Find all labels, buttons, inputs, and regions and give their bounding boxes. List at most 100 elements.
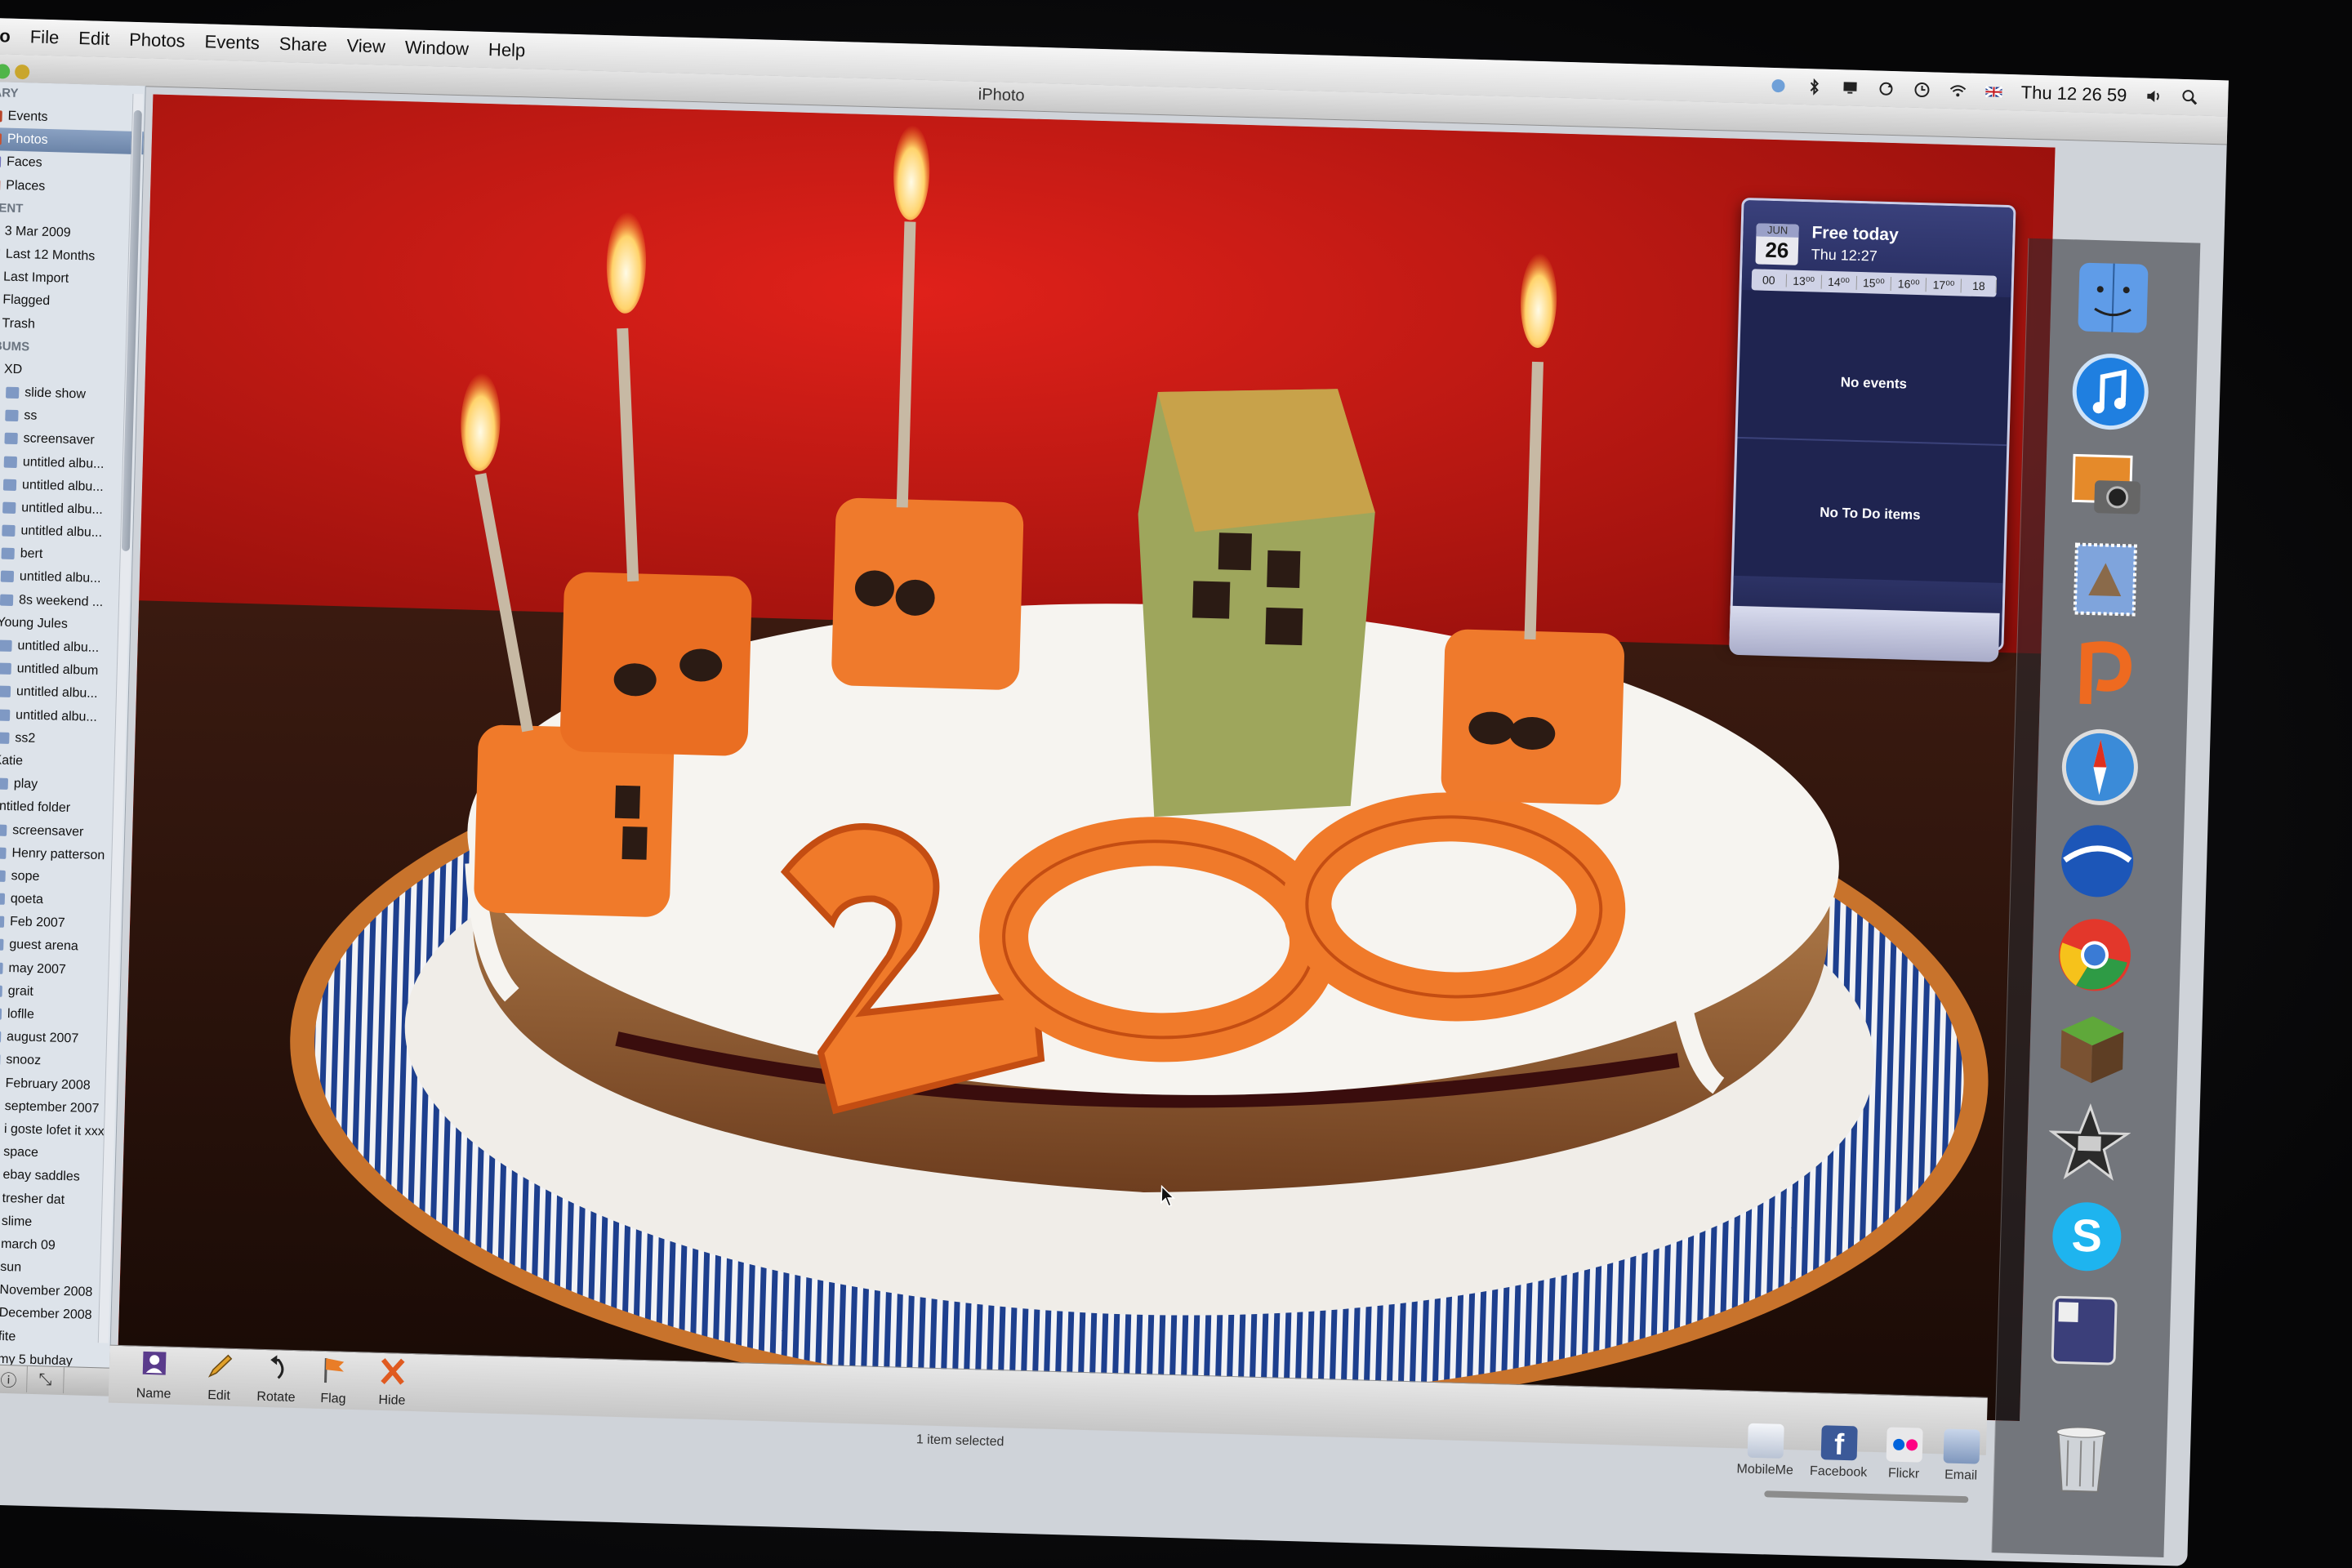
spotlight-search-icon[interactable]: [2180, 88, 2199, 107]
sidebar-album-item[interactable]: untitled albu...: [0, 449, 135, 476]
safari-icon[interactable]: [2058, 725, 2142, 809]
sidebar-album-item[interactable]: December 2008: [0, 1301, 111, 1328]
menubar-clock[interactable]: Thu 12 26 59: [2020, 82, 2127, 106]
album-icon: [3, 456, 18, 468]
rotate-button[interactable]: Rotate: [247, 1352, 306, 1405]
menu-help[interactable]: Help: [488, 39, 526, 61]
hide-button[interactable]: Hide: [363, 1356, 422, 1409]
sidebar-album-item[interactable]: untitled albu...: [0, 519, 133, 546]
trash-can-icon[interactable]: [2038, 1415, 2123, 1499]
sidebar-album-item[interactable]: ebay saddles: [0, 1163, 115, 1190]
sidebar-album-item[interactable]: qoeta: [0, 887, 122, 914]
zoom-slider[interactable]: [1764, 1490, 1969, 1503]
uk-flag-icon[interactable]: [1984, 82, 2003, 101]
menu-view[interactable]: View: [346, 35, 385, 57]
hour-slot: 00: [1751, 273, 1787, 287]
widget-date-badge: JUN 26: [1755, 223, 1799, 265]
info-button[interactable]: ⓘ: [0, 1365, 28, 1392]
name-button[interactable]: Name: [125, 1349, 184, 1402]
calendar-app-icon[interactable]: [2042, 1289, 2127, 1373]
sidebar-album-item[interactable]: untitled albu...: [0, 564, 131, 591]
sidebar-item-flagged[interactable]: Flagged: [0, 288, 140, 315]
menu-share[interactable]: Share: [278, 33, 327, 56]
sidebar-album-item[interactable]: slide show: [0, 381, 137, 408]
sync-status-icon[interactable]: [1770, 77, 1788, 96]
sidebar-album-item[interactable]: slime: [0, 1209, 114, 1236]
edit-button[interactable]: Edit: [190, 1351, 249, 1404]
sidebar-album-item[interactable]: Young Jules: [0, 610, 131, 637]
sidebar-album-item[interactable]: snooz: [0, 1048, 118, 1075]
sidebar-item-last-import[interactable]: Last Import: [0, 265, 140, 292]
iphoto-icon[interactable]: [2066, 443, 2150, 528]
sidebar-album-item[interactable]: February 2008: [0, 1071, 118, 1098]
sidebar-item-places[interactable]: Places: [0, 173, 143, 200]
sidebar-album-item[interactable]: Katie: [0, 749, 127, 776]
presentation-app-icon[interactable]: [2060, 631, 2145, 715]
sidebar-album-item[interactable]: bert: [0, 541, 132, 568]
itunes-icon[interactable]: [2069, 350, 2153, 434]
sidebar-album-item[interactable]: November 2008: [0, 1278, 112, 1305]
mail-stamp-icon[interactable]: [2063, 537, 2147, 621]
imovie-icon[interactable]: [2047, 1101, 2132, 1185]
sidebar-album-item[interactable]: untitled albu...: [0, 472, 134, 499]
sidebar-album-item[interactable]: untitled albu...: [0, 679, 128, 706]
sidebar-album-item[interactable]: XD: [0, 358, 137, 385]
sidebar-album-item[interactable]: untitled folder: [0, 795, 125, 822]
google-earth-icon[interactable]: [2056, 819, 2140, 903]
sidebar-album-item[interactable]: sope: [0, 863, 123, 890]
finder-icon[interactable]: [2071, 256, 2155, 340]
sidebar-album-item[interactable]: untitled albu...: [0, 702, 128, 729]
sidebar-album-item[interactable]: guest arena: [0, 933, 122, 960]
sidebar-album-item[interactable]: space: [0, 1140, 116, 1167]
flag-button[interactable]: Flag: [305, 1354, 363, 1407]
mobileme-button[interactable]: MobileMe: [1732, 1423, 1799, 1478]
photos-icon: [0, 133, 2, 145]
facebook-button[interactable]: f Facebook: [1806, 1425, 1873, 1481]
fullscreen-button[interactable]: ⤡: [27, 1365, 65, 1394]
sync-icon[interactable]: [1878, 80, 1896, 99]
sidebar-album-item[interactable]: ss: [0, 403, 136, 430]
bluetooth-icon[interactable]: [1806, 78, 1824, 96]
sidebar-album-item[interactable]: 8s weekend ...: [0, 587, 131, 614]
sidebar-album-item[interactable]: grait: [0, 978, 120, 1005]
menu-events[interactable]: Events: [204, 31, 260, 54]
sidebar-album-item[interactable]: fite: [0, 1324, 110, 1351]
sidebar-album-item[interactable]: untitled albu...: [0, 496, 134, 523]
sidebar-item-trash[interactable]: Trash: [0, 311, 139, 338]
sidebar-album-item[interactable]: march 09: [0, 1232, 113, 1258]
sidebar-album-item[interactable]: tresher dat: [0, 1186, 114, 1213]
sidebar-album-item[interactable]: september 2007: [0, 1094, 117, 1120]
album-icon: [0, 732, 10, 744]
skype-icon[interactable]: S: [2045, 1195, 2129, 1279]
menu-photos[interactable]: Photos: [129, 29, 185, 52]
sidebar-album-item[interactable]: august 2007: [0, 1025, 118, 1052]
sidebar-album-item[interactable]: untitled album: [0, 657, 129, 684]
sidebar-item-last-12-months[interactable]: Last 12 Months: [0, 243, 140, 270]
app-menu[interactable]: o: [0, 25, 11, 47]
menu-window[interactable]: Window: [404, 37, 469, 60]
sidebar-album-item[interactable]: play: [0, 772, 126, 799]
chrome-icon[interactable]: [2053, 913, 2137, 997]
email-button[interactable]: Email: [1928, 1428, 1995, 1484]
calendar-widget[interactable]: JUN 26 Free today Thu 12:27 00 13⁰⁰ 14⁰⁰…: [1729, 197, 2016, 652]
sidebar-album-item[interactable]: screensaver: [0, 426, 136, 453]
sidebar-album-item[interactable]: sun: [0, 1254, 113, 1281]
sidebar-album-item[interactable]: Feb 2007: [0, 910, 122, 937]
sidebar-album-item[interactable]: i goste lofet it xxx: [0, 1116, 116, 1143]
sidebar-album-item[interactable]: untitled albu...: [0, 634, 130, 661]
sidebar-album-item[interactable]: may 2007: [0, 956, 121, 982]
display-icon[interactable]: [1842, 78, 1860, 97]
sidebar-album-item[interactable]: loflle: [0, 1001, 119, 1028]
volume-icon[interactable]: [2145, 87, 2163, 106]
wifi-icon[interactable]: [1949, 82, 1967, 100]
sidebar-album-item[interactable]: screensaver: [0, 817, 125, 844]
widget-brand-tab: [1729, 605, 2000, 662]
minecraft-block-icon[interactable]: [2050, 1007, 2134, 1091]
sidebar-item-recent-event[interactable]: 3 Mar 2009: [0, 220, 141, 247]
menu-edit[interactable]: Edit: [78, 28, 110, 50]
sidebar-album-item[interactable]: ss2: [0, 725, 127, 752]
sidebar-album-item[interactable]: Henry patterson: [0, 840, 124, 867]
time-machine-icon[interactable]: [1913, 81, 1931, 100]
menu-file[interactable]: File: [29, 26, 59, 48]
events-icon: [0, 110, 2, 122]
